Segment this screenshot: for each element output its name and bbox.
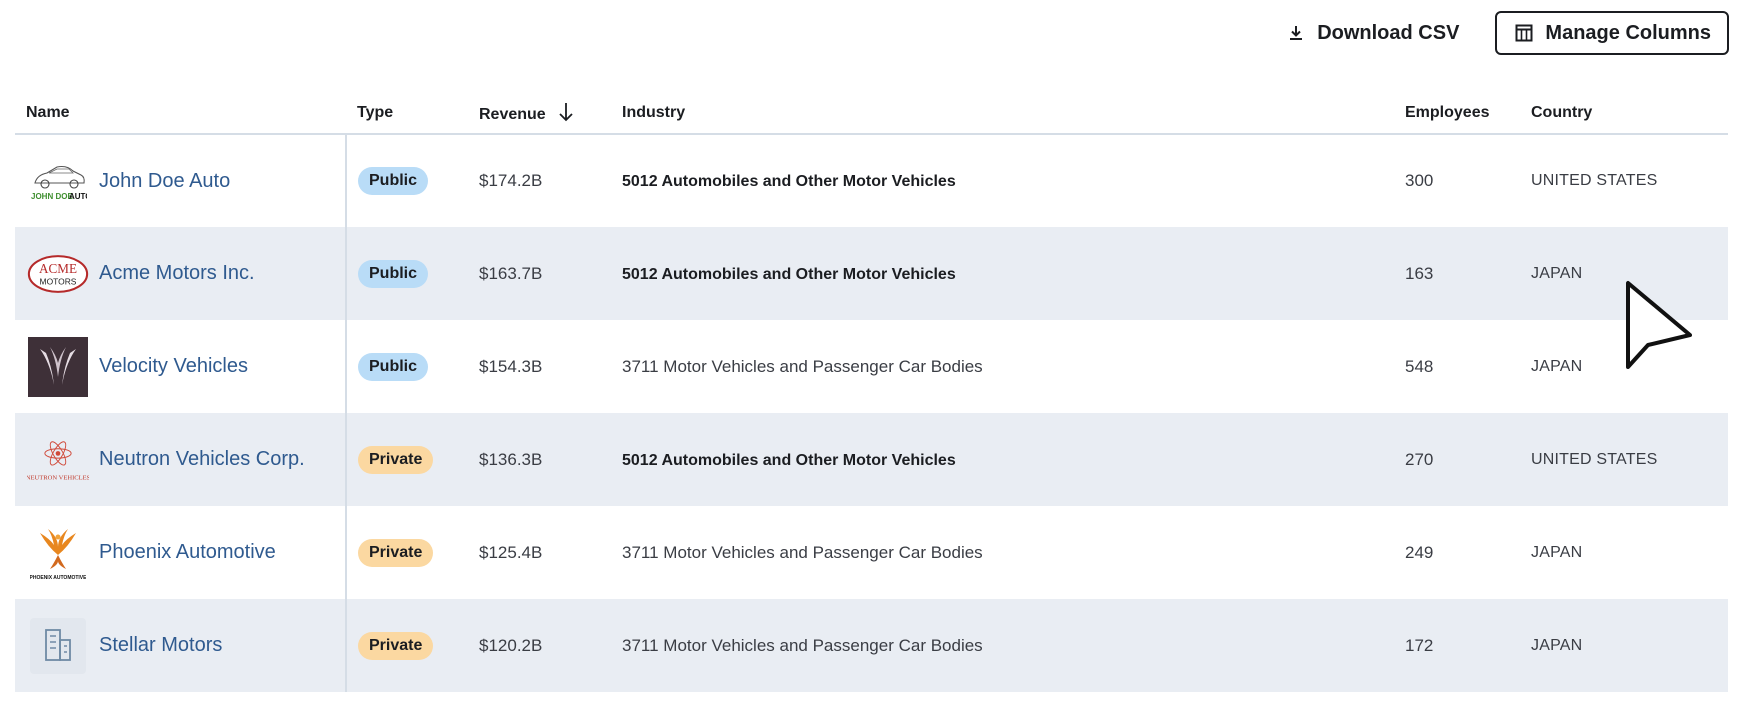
industry-cell: 3711 Motor Vehicles and Passenger Car Bo… bbox=[622, 635, 983, 655]
companies-table: Name Type Revenue Industry Employees Cou… bbox=[15, 92, 1728, 692]
employees-cell: 270 bbox=[1405, 449, 1434, 469]
column-header-revenue[interactable]: Revenue bbox=[468, 92, 611, 135]
type-badge: Public bbox=[358, 352, 429, 381]
toolbar: Download CSV Manage Columns bbox=[1277, 11, 1729, 55]
company-name-link[interactable]: Neutron Vehicles Corp. bbox=[99, 448, 305, 471]
manage-columns-label: Manage Columns bbox=[1545, 21, 1711, 44]
revenue-cell: $163.7B bbox=[479, 263, 543, 283]
company-name-link[interactable]: John Doe Auto bbox=[99, 170, 230, 193]
column-header-type[interactable]: Type bbox=[346, 92, 468, 135]
company-name-link[interactable]: Acme Motors Inc. bbox=[99, 262, 255, 285]
acme-motors-logo: ACME MOTORS bbox=[27, 243, 89, 305]
employees-cell: 249 bbox=[1405, 542, 1434, 562]
table-row[interactable]: Stellar Motors Private $120.2B 3711 Moto… bbox=[15, 599, 1728, 692]
table-row[interactable]: PHOENIX AUTOMOTIVE Phoenix Automotive Pr… bbox=[15, 506, 1728, 599]
download-csv-button[interactable]: Download CSV bbox=[1277, 14, 1469, 53]
manage-columns-button[interactable]: Manage Columns bbox=[1495, 11, 1729, 55]
revenue-cell: $174.2B bbox=[479, 171, 543, 190]
table-header: Name Type Revenue Industry Employees Cou… bbox=[15, 92, 1728, 135]
column-header-industry[interactable]: Industry bbox=[611, 92, 1394, 135]
svg-text:PHOENIX AUTOMOTIVE: PHOENIX AUTOMOTIVE bbox=[30, 575, 86, 581]
type-badge: Public bbox=[358, 259, 429, 288]
industry-cell: 3711 Motor Vehicles and Passenger Car Bo… bbox=[622, 356, 983, 376]
table-row[interactable]: NEUTRON VEHICLES Neutron Vehicles Corp. … bbox=[15, 413, 1728, 506]
mouse-pointer-icon bbox=[1624, 279, 1694, 384]
revenue-cell: $154.3B bbox=[479, 356, 543, 376]
company-name-link[interactable]: Velocity Vehicles bbox=[99, 355, 248, 378]
download-icon bbox=[1287, 24, 1305, 42]
revenue-cell: $120.2B bbox=[479, 635, 543, 655]
table-row[interactable]: Velocity Vehicles Public $154.3B 3711 Mo… bbox=[15, 320, 1728, 413]
john-doe-auto-logo: JOHN DOE AUTO bbox=[27, 150, 89, 212]
employees-cell: 172 bbox=[1405, 635, 1434, 655]
type-badge: Private bbox=[358, 538, 434, 567]
employees-cell: 548 bbox=[1405, 356, 1434, 376]
company-name-link[interactable]: Stellar Motors bbox=[99, 634, 222, 657]
svg-text:NEUTRON VEHICLES: NEUTRON VEHICLES bbox=[27, 474, 89, 481]
building-icon bbox=[27, 615, 89, 677]
employees-cell: 163 bbox=[1405, 263, 1434, 283]
type-badge: Private bbox=[358, 631, 434, 660]
sort-descending-icon[interactable] bbox=[558, 102, 574, 122]
column-header-employees[interactable]: Employees bbox=[1394, 92, 1520, 135]
type-badge: Public bbox=[358, 167, 429, 195]
revenue-cell: $136.3B bbox=[479, 449, 543, 469]
download-csv-label: Download CSV bbox=[1317, 21, 1460, 44]
neutron-vehicles-logo: NEUTRON VEHICLES bbox=[27, 429, 89, 491]
columns-icon bbox=[1515, 24, 1533, 42]
type-badge: Private bbox=[358, 445, 434, 474]
phoenix-automotive-logo: PHOENIX AUTOMOTIVE bbox=[27, 522, 89, 584]
column-header-name[interactable]: Name bbox=[15, 92, 346, 135]
svg-text:AUTO: AUTO bbox=[69, 192, 87, 201]
company-name-link[interactable]: Phoenix Automotive bbox=[99, 541, 276, 564]
country-cell: UNITED STATES bbox=[1531, 172, 1658, 189]
country-cell: JAPAN bbox=[1531, 543, 1583, 561]
industry-cell: 5012 Automobiles and Other Motor Vehicle… bbox=[622, 265, 956, 283]
table-row[interactable]: JOHN DOE AUTO John Doe Auto Public $174.… bbox=[15, 134, 1728, 227]
industry-cell: 5012 Automobiles and Other Motor Vehicle… bbox=[622, 451, 956, 469]
industry-cell: 3711 Motor Vehicles and Passenger Car Bo… bbox=[622, 542, 983, 562]
velocity-vehicles-logo bbox=[27, 336, 89, 398]
revenue-cell: $125.4B bbox=[479, 542, 543, 562]
industry-cell: 5012 Automobiles and Other Motor Vehicle… bbox=[622, 173, 956, 190]
svg-text:ACME: ACME bbox=[39, 261, 77, 276]
svg-text:JOHN DOE: JOHN DOE bbox=[31, 192, 73, 201]
svg-text:MOTORS: MOTORS bbox=[40, 276, 77, 286]
employees-cell: 300 bbox=[1405, 171, 1434, 190]
country-cell: JAPAN bbox=[1531, 636, 1583, 654]
column-header-country[interactable]: Country bbox=[1520, 92, 1728, 135]
table-row[interactable]: ACME MOTORS Acme Motors Inc. Public $163… bbox=[15, 227, 1728, 320]
country-cell: UNITED STATES bbox=[1531, 450, 1658, 468]
